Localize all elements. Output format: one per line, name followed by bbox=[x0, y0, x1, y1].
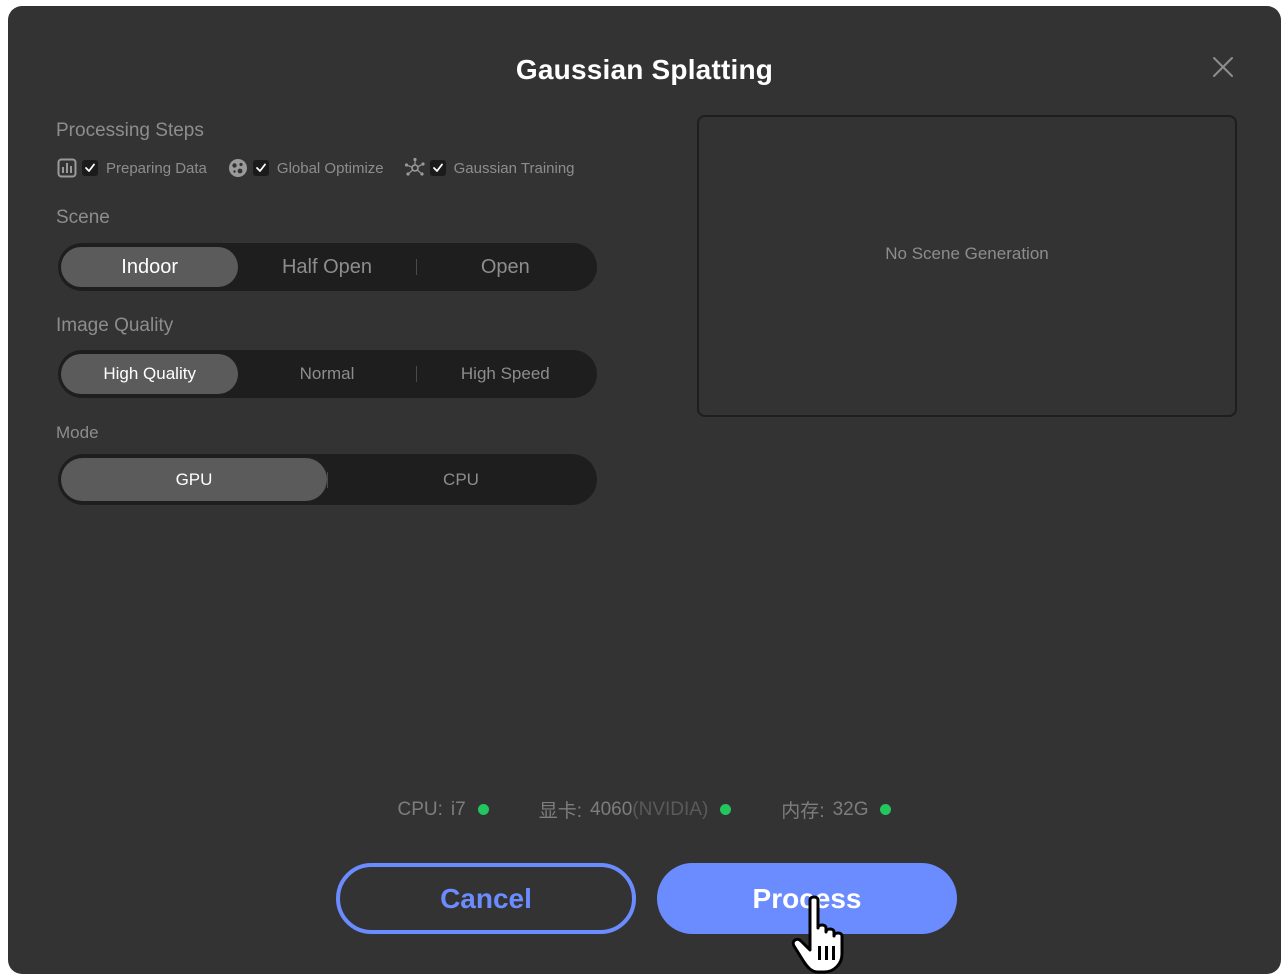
cpu-value: i7 bbox=[450, 798, 466, 820]
step-global-optimize: Global Optimize bbox=[227, 157, 384, 179]
gpu-status-dot bbox=[720, 804, 732, 815]
cancel-button[interactable]: Cancel bbox=[336, 863, 636, 934]
scene-label: Scene bbox=[56, 207, 110, 228]
gaussian-training-checkbox[interactable] bbox=[429, 160, 446, 176]
processing-steps: Preparing Data Global Optimize Gaussian … bbox=[56, 156, 595, 180]
cpu-label: CPU: bbox=[397, 798, 443, 820]
mode-option-gpu[interactable]: GPU bbox=[61, 458, 327, 501]
cpu-info: CPU: i7 bbox=[398, 796, 489, 823]
quality-option-normal[interactable]: Normal bbox=[238, 354, 415, 394]
processing-steps-label: Processing Steps bbox=[56, 120, 204, 141]
mode-selector: GPU CPU bbox=[58, 454, 597, 505]
memory-label: 内存: bbox=[781, 801, 825, 822]
step-preparing-data: Preparing Data bbox=[56, 157, 207, 179]
scene-option-open[interactable]: Open bbox=[417, 247, 594, 287]
mode-option-cpu[interactable]: CPU bbox=[328, 458, 594, 501]
scene-option-half-open[interactable]: Half Open bbox=[238, 247, 415, 287]
hand-cursor-icon bbox=[788, 894, 848, 974]
gpu-info: 显卡: 4060 (NVIDIA) bbox=[539, 796, 732, 823]
close-icon[interactable] bbox=[1208, 52, 1238, 82]
scene-selector: Indoor Half Open Open bbox=[58, 243, 597, 291]
mode-label: Mode bbox=[56, 423, 99, 442]
scene-preview: No Scene Generation bbox=[697, 115, 1237, 417]
system-info: CPU: i7 显卡: 4060 (NVIDIA) 内存: 32G bbox=[8, 796, 1281, 823]
cpu-status-dot bbox=[477, 804, 489, 815]
scene-option-indoor[interactable]: Indoor bbox=[61, 247, 239, 287]
step-label: Preparing Data bbox=[106, 159, 207, 177]
chart-icon bbox=[56, 157, 78, 179]
gpu-vendor: (NVIDIA) bbox=[632, 798, 709, 820]
gpu-label: 显卡: bbox=[538, 801, 582, 822]
step-gaussian-training: Gaussian Training bbox=[404, 157, 575, 179]
preparing-data-checkbox[interactable] bbox=[82, 160, 98, 176]
memory-value: 32G bbox=[832, 798, 869, 820]
gaussian-splatting-dialog: Gaussian Splatting Processing Steps Prep… bbox=[8, 6, 1281, 974]
quality-option-high-speed[interactable]: High Speed bbox=[417, 354, 594, 394]
quality-option-high-quality[interactable]: High Quality bbox=[61, 354, 239, 394]
memory-status-dot bbox=[880, 804, 892, 815]
step-label: Global Optimize bbox=[276, 159, 384, 177]
gpu-value: 4060 bbox=[590, 798, 633, 820]
dialog-title: Gaussian Splatting bbox=[515, 54, 774, 85]
step-label: Gaussian Training bbox=[453, 159, 575, 177]
image-quality-label: Image Quality bbox=[56, 315, 174, 336]
globe-icon bbox=[227, 157, 249, 179]
image-quality-selector: High Quality Normal High Speed bbox=[58, 350, 597, 398]
network-icon bbox=[404, 157, 426, 179]
preview-placeholder: No Scene Generation bbox=[885, 244, 1049, 263]
memory-info: 内存: 32G bbox=[781, 796, 892, 823]
global-optimize-checkbox[interactable] bbox=[252, 160, 269, 176]
